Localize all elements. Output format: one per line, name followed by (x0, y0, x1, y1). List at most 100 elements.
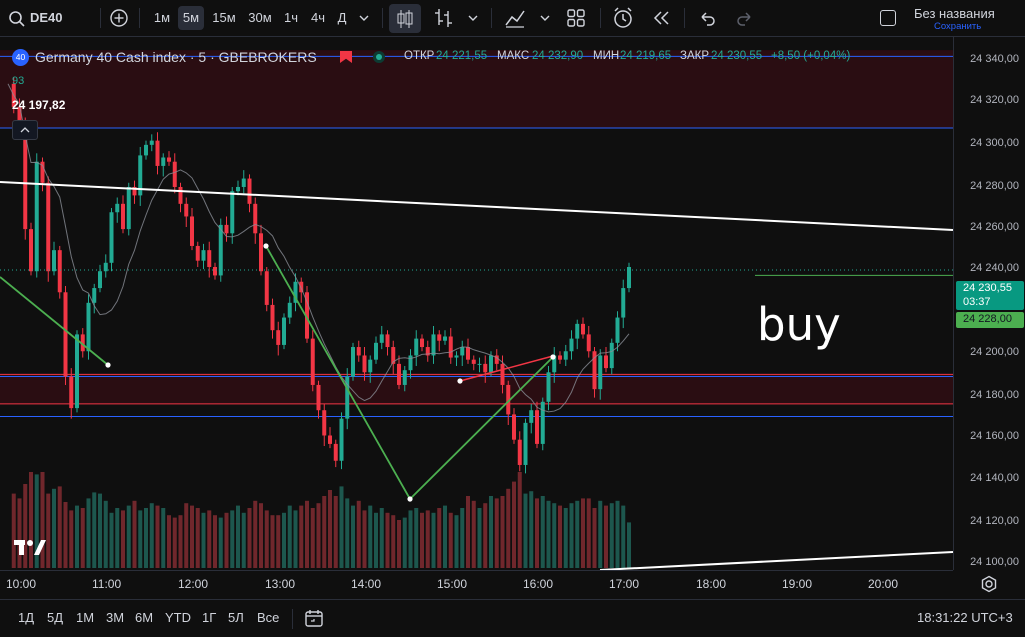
drawn-trend-line[interactable] (265, 245, 554, 501)
volume-bar (287, 505, 292, 568)
tradingview-logo-icon (14, 540, 46, 555)
candle-body (379, 334, 384, 343)
candle-body (621, 288, 626, 318)
moving-average-line[interactable] (7, 83, 630, 413)
price-axis[interactable]: 24 340,00 24 320,00 24 300,00 24 280,00 … (953, 37, 1025, 570)
range-5y[interactable]: 5Л (228, 610, 244, 625)
low-label: МИН (593, 50, 620, 62)
top-toolbar: DE40 1м 5м 15м 30м 1ч 4ч Д Без названия … (0, 0, 1025, 37)
time-label: 13:00 (265, 577, 296, 591)
redo-icon[interactable] (735, 9, 755, 27)
drawing-anchor[interactable] (457, 378, 463, 384)
candle-body (420, 338, 424, 348)
chevron-down-icon[interactable] (539, 13, 551, 23)
volume-bar (598, 500, 603, 568)
symbol-search[interactable]: DE40 (30, 6, 70, 30)
interval-1h[interactable]: 1ч (279, 6, 303, 30)
alert-price: 24 228,00 (963, 313, 1012, 325)
candle-body (471, 359, 476, 364)
candle-body (512, 414, 516, 440)
layout-name[interactable]: Без названия (914, 6, 995, 21)
candle-body (178, 186, 183, 204)
volume-bar (489, 496, 493, 568)
settings-gear-icon[interactable] (980, 575, 998, 593)
candle-body (75, 334, 79, 409)
candle-body (247, 178, 252, 204)
candle-body (264, 271, 269, 305)
drawing-anchor[interactable] (550, 354, 556, 360)
range-1y[interactable]: 1Г (202, 610, 216, 625)
collapse-legend-button[interactable] (12, 120, 38, 140)
drawing-anchor[interactable] (105, 362, 111, 368)
volume-bar (138, 510, 143, 568)
range-1m[interactable]: 1М (76, 610, 94, 625)
calendar-icon[interactable] (304, 608, 324, 628)
alert-clock-icon[interactable] (612, 6, 634, 30)
volume-bar (374, 512, 378, 568)
undo-icon[interactable] (697, 9, 717, 27)
interval-30m[interactable]: 30м (244, 6, 276, 30)
buy-annotation[interactable]: buy (757, 298, 841, 351)
clock[interactable]: 18:31:22 UTC+3 (917, 610, 1013, 625)
volume-bar (535, 498, 539, 568)
close-label: ЗАКР (680, 50, 709, 62)
bars-chart-type-icon[interactable] (433, 7, 453, 29)
interval-day[interactable]: Д (332, 6, 352, 30)
drawing-anchor[interactable] (407, 496, 413, 502)
volume-bar (178, 515, 183, 568)
candle-body (443, 336, 447, 341)
search-icon[interactable] (8, 10, 26, 28)
price-label: 24 340,00 (970, 53, 1019, 65)
price-label: 24 260,00 (970, 221, 1019, 233)
layout-grid-icon[interactable] (566, 8, 586, 28)
volume-bar (397, 520, 401, 568)
tv-logo[interactable] (12, 536, 46, 558)
interval-1m[interactable]: 1м (148, 6, 176, 30)
candle-body (477, 363, 482, 365)
candle-body (333, 443, 338, 461)
volume-bar (218, 517, 223, 568)
range-3m[interactable]: 3М (106, 610, 124, 625)
chevron-down-icon[interactable] (467, 13, 479, 23)
volume-bar (241, 512, 246, 568)
volume-bar (609, 503, 614, 568)
range-all[interactable]: Все (257, 610, 279, 625)
bottom-trend-line[interactable] (599, 551, 953, 570)
range-6m[interactable]: 6М (135, 610, 153, 625)
candle-body (339, 418, 344, 461)
candles-chart-type-button[interactable] (389, 4, 421, 33)
volume-bar (69, 510, 74, 568)
candle-body (184, 203, 189, 217)
indicators-icon[interactable] (504, 7, 526, 29)
volume-bar (195, 508, 200, 568)
chevron-down-icon[interactable] (358, 13, 370, 23)
candle-body (287, 302, 292, 318)
replay-icon[interactable] (651, 9, 671, 27)
price-label: 24 120,00 (970, 515, 1019, 527)
volume-bar (155, 505, 160, 568)
alert-price-marker[interactable]: 24 228,00 (956, 312, 1024, 328)
symbol-title[interactable]: Germany 40 Cash index · 5 · GBEBROKERS (35, 49, 317, 65)
save-label[interactable]: Сохранить (934, 21, 981, 32)
volume-bar (264, 510, 269, 568)
drawn-trend-line[interactable] (0, 276, 109, 366)
range-1d[interactable]: 1Д (18, 610, 34, 625)
add-symbol-icon[interactable] (109, 8, 129, 28)
volume-bar (86, 498, 91, 568)
range-5d[interactable]: 5Д (47, 610, 63, 625)
candle-body (448, 336, 453, 358)
candle-body (414, 338, 419, 356)
volume-bar (552, 503, 557, 568)
layout-checkbox-icon[interactable] (880, 10, 896, 26)
interval-4h[interactable]: 4ч (306, 6, 330, 30)
volume-bar (581, 498, 585, 568)
volume-bar (167, 515, 171, 568)
range-ytd[interactable]: YTD (165, 610, 191, 625)
interval-5m[interactable]: 5м (178, 6, 204, 30)
time-axis[interactable]: 10:00 11:00 12:00 13:00 14:00 15:00 16:0… (0, 570, 953, 595)
time-label: 18:00 (696, 577, 727, 591)
interval-15m[interactable]: 15м (208, 6, 240, 30)
volume-bar (471, 500, 476, 568)
drawing-anchor[interactable] (263, 243, 269, 249)
candle-body (29, 229, 33, 272)
